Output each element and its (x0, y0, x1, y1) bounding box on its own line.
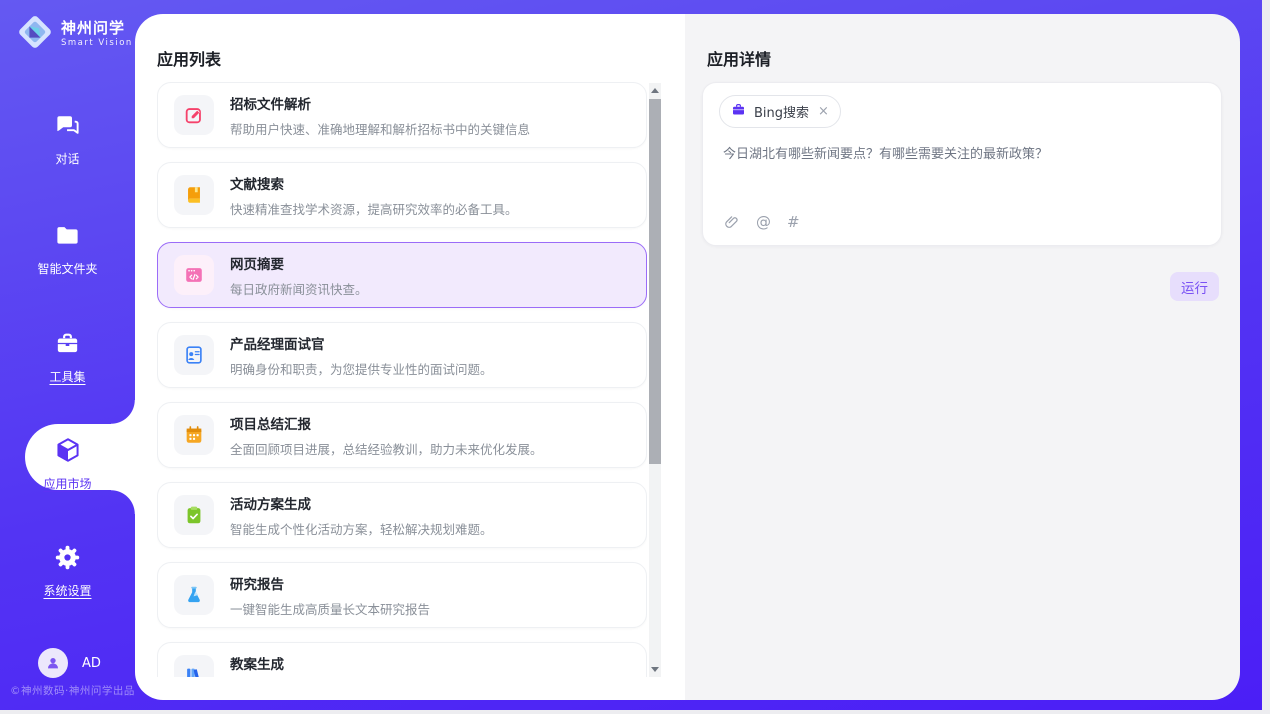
app-name: 活动方案生成 (230, 493, 493, 513)
diamond-logo-icon (16, 13, 54, 55)
sidebar-item-label: 工具集 (49, 368, 85, 385)
briefcase-icon (731, 102, 746, 121)
app-description: 明确身份和职责，为您提供专业性的面试问题。 (230, 359, 493, 378)
app-description: 智能生成个性化活动方案，轻松解决规划难题。 (230, 519, 493, 538)
app-description: 一键智能生成高质量长文本研究报告 (230, 599, 430, 618)
app-card-lesson-plan[interactable]: 教案生成 模板驱动，教案秒成，教学准备从此轻松快捷 (157, 642, 647, 677)
app-card-pm-interviewer[interactable]: 产品经理面试官 明确身份和职责，为您提供专业性的面试问题。 (157, 322, 647, 388)
sidebar-item-label: 系统设置 (43, 582, 91, 599)
tool-tag-bing-search[interactable]: Bing搜索 × (719, 95, 841, 128)
hash-icon[interactable]: # (787, 213, 800, 231)
folder-icon (54, 222, 81, 253)
sidebar-item-settings[interactable]: 系统设置 (0, 544, 135, 599)
user-name: AD (82, 656, 101, 671)
input-toolbar: @ # (723, 213, 800, 231)
sidebar: 神州问学 Smart Vision 对话 智能文件夹 (0, 0, 135, 710)
interviewer-icon (174, 335, 214, 375)
run-button[interactable]: 运行 (1170, 272, 1219, 301)
app-list-panel: 应用列表 招标文件解析 帮助用户快速、准确地理解和解析招标书中的关键信息 (135, 14, 685, 700)
app-card-bid-analysis[interactable]: 招标文件解析 帮助用户快速、准确地理解和解析招标书中的关键信息 (157, 82, 647, 148)
app-description: 全面回顾项目进展，总结经验教训，助力未来优化发展。 (230, 439, 543, 458)
flask-report-icon (174, 575, 214, 615)
books-icon (174, 655, 214, 677)
app-name: 产品经理面试官 (230, 333, 493, 353)
toolbox-icon (54, 330, 81, 361)
app-card-project-summary[interactable]: 项目总结汇报 全面回顾项目进展，总结经验教训，助力未来优化发展。 (157, 402, 647, 468)
brand-name: 神州问学 (61, 20, 133, 37)
paperclip-icon[interactable] (723, 214, 740, 231)
app-name: 项目总结汇报 (230, 413, 543, 433)
query-input[interactable]: 今日湖北有哪些新闻要点？有哪些需要关注的最新政策？ (723, 145, 1203, 201)
mention-icon[interactable]: @ (756, 213, 771, 231)
user-account[interactable]: AD (38, 648, 101, 678)
triangle-up-icon (651, 88, 659, 93)
app-description: 帮助用户快速、准确地理解和解析招标书中的关键信息 (230, 119, 530, 138)
scrollbar-thumb[interactable] (649, 99, 661, 464)
app-description: 快速精准查找学术资源，提高研究效率的必备工具。 (230, 199, 518, 218)
browser-code-icon (174, 255, 214, 295)
app-frame: 神州问学 Smart Vision 对话 智能文件夹 (0, 0, 1262, 710)
app-description: 每日政府新闻资讯快查。 (230, 279, 368, 298)
edit-square-icon (174, 95, 214, 135)
app-detail-panel: 应用详情 Bing搜索 × 今日湖北有哪些新闻要点？有哪些需要关注的最新政策？ (685, 14, 1240, 700)
close-icon[interactable]: × (818, 104, 829, 119)
app-list-title: 应用列表 (157, 46, 221, 70)
sidebar-item-chat[interactable]: 对话 (0, 112, 135, 167)
cube-icon (54, 436, 82, 468)
app-card-research-report[interactable]: 研究报告 一键智能生成高质量长文本研究报告 (157, 562, 647, 628)
scroll-down-button[interactable] (649, 662, 661, 677)
brand-logo: 神州问学 Smart Vision (16, 13, 133, 55)
content-area: 应用列表 招标文件解析 帮助用户快速、准确地理解和解析招标书中的关键信息 (135, 14, 1240, 700)
sidebar-item-label: 对话 (55, 150, 79, 167)
app-detail-title: 应用详情 (707, 46, 771, 70)
clipboard-check-icon (174, 495, 214, 535)
app-list: 招标文件解析 帮助用户快速、准确地理解和解析招标书中的关键信息 文献搜索 (157, 82, 647, 677)
app-name: 文献搜索 (230, 173, 518, 193)
app-list-scrollbar[interactable] (649, 83, 661, 677)
copyright-footer: ©神州数码·神州问学出品 (8, 683, 135, 698)
app-name: 研究报告 (230, 573, 430, 593)
chat-icon (54, 112, 81, 143)
app-card-literature-search[interactable]: 文献搜索 快速精准查找学术资源，提高研究效率的必备工具。 (157, 162, 647, 228)
sidebar-item-smart-folders[interactable]: 智能文件夹 (0, 222, 135, 277)
app-name: 网页摘要 (230, 253, 368, 273)
sidebar-item-toolset[interactable]: 工具集 (0, 330, 135, 385)
sidebar-item-label: 智能文件夹 (37, 260, 97, 277)
brand-subtitle: Smart Vision (61, 39, 133, 48)
sidebar-item-app-market[interactable]: 应用市场 (0, 436, 135, 492)
app-name: 教案生成 (230, 653, 480, 673)
book-icon (174, 175, 214, 215)
prompt-card: Bing搜索 × 今日湖北有哪些新闻要点？有哪些需要关注的最新政策？ @ # (702, 82, 1222, 246)
avatar (38, 648, 68, 678)
app-name: 招标文件解析 (230, 93, 530, 113)
calendar-icon (174, 415, 214, 455)
triangle-down-icon (651, 667, 659, 672)
scroll-up-button[interactable] (649, 83, 661, 98)
tag-label: Bing搜索 (754, 102, 809, 121)
app-card-event-plan[interactable]: 活动方案生成 智能生成个性化活动方案，轻松解决规划难题。 (157, 482, 647, 548)
app-card-web-summary[interactable]: 网页摘要 每日政府新闻资讯快查。 (157, 242, 647, 308)
sidebar-item-label: 应用市场 (43, 475, 91, 492)
gear-icon (54, 544, 81, 575)
